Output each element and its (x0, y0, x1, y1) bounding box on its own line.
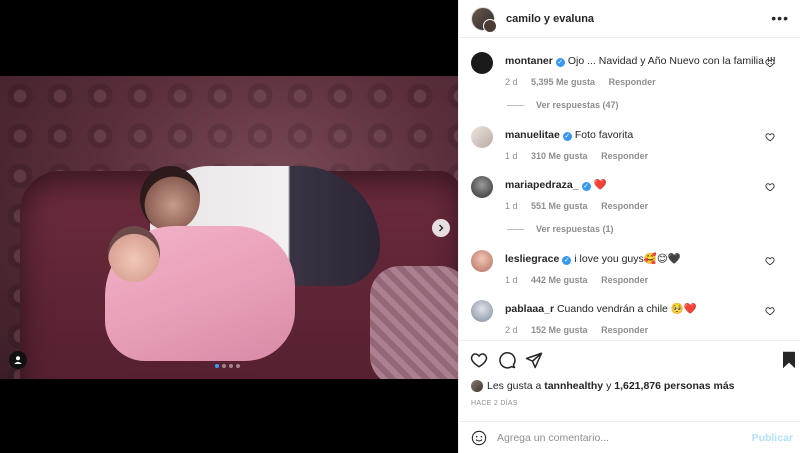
verified-badge-icon: ✓ (555, 58, 565, 67)
reply-button[interactable]: Responder (601, 275, 648, 285)
replies-divider (507, 228, 524, 230)
carousel-dot (229, 364, 233, 368)
comment-username[interactable]: montaner (505, 55, 553, 67)
comment-username[interactable]: mariapedraza_ (505, 179, 579, 191)
comment-composer: Publicar (459, 421, 800, 453)
girl-head (108, 226, 160, 282)
comment-meta: 1 d 551 Me gusta Responder (505, 201, 659, 211)
avatar[interactable] (471, 52, 493, 74)
heart-outline-icon[interactable] (765, 132, 775, 142)
share-paper-plane-icon[interactable] (525, 351, 543, 369)
comment-content: Foto favorita (574, 129, 634, 141)
carousel-indicator (215, 364, 240, 368)
verified-badge-icon: ✓ (581, 182, 591, 191)
carousel-dot (215, 364, 219, 368)
comment-input[interactable] (497, 431, 747, 444)
comment-meta: 1 d 442 Me gusta Responder (505, 275, 659, 285)
user-icon (14, 356, 22, 364)
likes-prefix: Les gusta a (487, 380, 542, 392)
comment-age: 1 d (505, 275, 518, 285)
comment-likes[interactable]: 152 Me gusta (531, 325, 588, 335)
comment-text: mariapedraza_ ✓ ❤️ (505, 179, 775, 192)
comment-meta: 1 d 310 Me gusta Responder (505, 151, 659, 161)
view-replies-label: Ver respuestas (1) (536, 224, 614, 234)
comment-bubble-icon[interactable] (498, 351, 516, 369)
post-header: camilo y evaluna ••• (459, 0, 800, 38)
comment-username[interactable]: lesliegrace (505, 253, 559, 265)
replies-divider (507, 104, 524, 106)
comment-content: i love you guys🥰😊🖤 (574, 253, 681, 265)
comment-likes[interactable]: 5,395 Me gusta (531, 77, 595, 87)
avatar[interactable] (471, 300, 493, 322)
bookmark-saved-icon[interactable] (781, 351, 797, 369)
tagged-users-button[interactable] (9, 351, 27, 369)
comment-likes[interactable]: 310 Me gusta (531, 151, 588, 161)
comment-content: Ojo ... Navidad y Año Nuevo con la famil… (567, 55, 776, 67)
view-replies-button[interactable]: Ver respuestas (1) (507, 224, 614, 234)
reply-button[interactable]: Responder (609, 77, 656, 87)
post-details-panel: camilo y evaluna ••• montaner ✓ Ojo ... Na… (458, 0, 800, 453)
comment-meta: 2 d 5,395 Me gusta Responder (505, 77, 667, 87)
heart-outline-icon[interactable] (765, 306, 775, 316)
reply-button[interactable]: Responder (601, 151, 648, 161)
comment-age: 1 d (505, 151, 518, 161)
reply-button[interactable]: Responder (601, 325, 648, 335)
comment-age: 1 d (505, 201, 518, 211)
like-heart-icon[interactable] (470, 351, 488, 369)
chevron-right-icon (439, 224, 444, 232)
view-replies-label: Ver respuestas (47) (536, 100, 619, 110)
post-photo[interactable] (0, 76, 458, 379)
comment-username[interactable]: manuelitae (505, 129, 560, 141)
comment-text: montaner ✓ Ojo ... Navidad y Año Nuevo con… (505, 55, 776, 68)
likes-summary: Les gusta a tannhealthy y 1,621,876 pers… (471, 380, 735, 392)
comment-meta: 2 d 152 Me gusta Responder (505, 325, 659, 335)
comment-content: Cuando vendrán a chile 🥺❤️ (556, 303, 697, 315)
post-actions-bar (459, 340, 800, 378)
avatar[interactable] (471, 380, 483, 392)
carousel-dot (222, 364, 226, 368)
heart-outline-icon[interactable] (765, 182, 775, 192)
emoji-smiley-icon[interactable] (471, 430, 487, 446)
comment-username[interactable]: pablaaa_r (505, 303, 554, 315)
avatar[interactable] (471, 176, 493, 198)
carousel-dot (236, 364, 240, 368)
comments-list[interactable]: montaner ✓ Ojo ... Navidad y Año Nuevo con… (459, 38, 800, 340)
likes-count-link[interactable]: 1,621,876 personas más (614, 380, 734, 392)
comment-text: pablaaa_r Cuando vendrán a chile 🥺❤️ (505, 303, 775, 316)
reply-button[interactable]: Responder (601, 201, 648, 211)
author-name[interactable]: camilo y evaluna (506, 13, 594, 25)
avatar[interactable] (471, 250, 493, 272)
comment-age: 2 d (505, 325, 518, 335)
comment-likes[interactable]: 442 Me gusta (531, 275, 588, 285)
comment-text: manuelitae ✓ Foto favorita (505, 129, 775, 142)
blanket-shape (370, 266, 458, 379)
heart-outline-icon[interactable] (765, 256, 775, 266)
man-head (140, 166, 200, 231)
comment-age: 2 d (505, 77, 518, 87)
heart-outline-icon[interactable] (765, 58, 775, 68)
post-media-panel (0, 0, 458, 453)
carousel-next-button[interactable] (432, 219, 450, 237)
post-timestamp[interactable]: HACE 2 DÍAS (471, 400, 518, 407)
view-replies-button[interactable]: Ver respuestas (47) (507, 100, 619, 110)
publish-button[interactable]: Publicar (752, 432, 793, 444)
more-horizontal-icon[interactable]: ••• (771, 11, 789, 25)
verified-badge-icon: ✓ (562, 256, 572, 265)
author-avatar[interactable] (471, 6, 497, 33)
likes-mid: y (606, 380, 612, 392)
comment-text: lesliegrace ✓ i love you guys🥰😊🖤 (505, 253, 775, 266)
avatar[interactable] (471, 126, 493, 148)
comment-likes[interactable]: 551 Me gusta (531, 201, 588, 211)
verified-badge-icon: ✓ (562, 132, 572, 141)
comment-content: ❤️ (593, 179, 607, 191)
likes-user-link[interactable]: tannhealthy (544, 380, 603, 392)
